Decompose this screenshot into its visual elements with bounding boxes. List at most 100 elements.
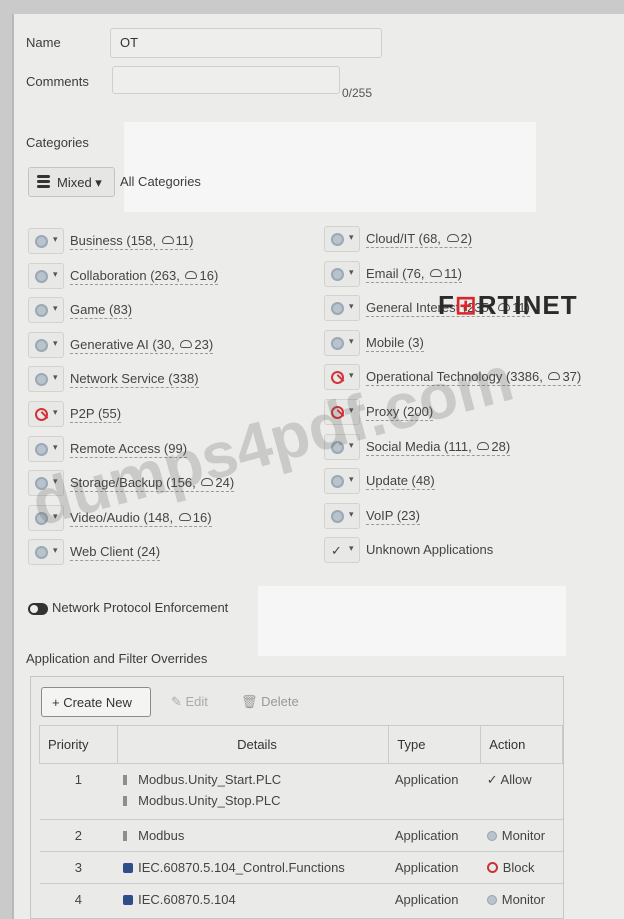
category-label[interactable]: Web Client (24) <box>70 544 161 562</box>
monitor-icon <box>486 895 497 905</box>
cloud-icon <box>178 512 191 521</box>
category-label[interactable]: Remote Access (99) <box>70 441 188 458</box>
table-row[interactable]: 3 IEC.60870.5.104_Control.Functions Applic… <box>39 851 563 884</box>
category-action-dropdown[interactable]: ▾ <box>28 262 64 289</box>
category-label[interactable]: Collaboration (263, 16) <box>70 268 219 285</box>
category-action-dropdown[interactable]: ▾ <box>28 331 64 358</box>
delete-button[interactable]: 🗑 Delete <box>231 687 311 717</box>
block-icon <box>331 406 344 419</box>
category-row: ▾ Mobile (3) <box>324 329 614 356</box>
category-label[interactable]: Social Media (111, 28) <box>366 439 511 456</box>
comments-counter: 0/255 <box>342 86 373 100</box>
monitor-icon <box>331 440 344 454</box>
category-row: ▾ Cloud/IT (68, 2) <box>324 226 614 252</box>
category-action-dropdown[interactable]: ▾ <box>28 297 64 324</box>
mixed-dropdown[interactable]: Mixed ▾ <box>28 167 115 197</box>
category-action-dropdown[interactable]: ▾ <box>28 401 64 427</box>
category-row: ▾ Social Media (111, 28) <box>324 433 614 460</box>
category-label[interactable]: Video/Audio (148, 16) <box>70 510 212 527</box>
column-header-action[interactable]: Action <box>480 725 563 764</box>
category-action-dropdown[interactable]: ▾ <box>324 502 360 529</box>
chevron-down-icon: ▾ <box>349 508 354 519</box>
signature-icon <box>123 863 134 873</box>
cloud-icon <box>477 441 490 450</box>
category-label[interactable]: Update (48) <box>366 473 435 491</box>
category-label[interactable]: Unknown Applications <box>366 542 493 558</box>
column-header-priority[interactable]: Priority <box>39 725 118 764</box>
category-action-dropdown[interactable]: ▾ <box>324 468 360 495</box>
fortinet-logo: F⊞RTINET <box>438 290 578 320</box>
category-action-dropdown[interactable]: ▾ <box>324 295 360 322</box>
category-label[interactable]: Mobile (3) <box>366 335 424 352</box>
comments-label: Comments <box>26 74 89 89</box>
category-action-dropdown[interactable]: ▾ <box>324 399 360 425</box>
category-action-dropdown[interactable]: ▾ <box>324 226 360 252</box>
category-action-dropdown[interactable]: ▾ <box>28 228 64 254</box>
table-row[interactable]: 4 IEC.60870.5.104 Application Monitor <box>39 883 563 915</box>
chevron-down-icon: ▾ <box>349 405 354 415</box>
monitor-icon <box>35 511 48 525</box>
chevron-down-icon: ▾ <box>349 335 354 346</box>
application-icon <box>123 796 134 806</box>
category-action-dropdown[interactable]: ▾ <box>28 539 64 566</box>
chevron-down-icon: ▾ <box>53 337 58 348</box>
category-label[interactable]: VoIP (23) <box>366 508 420 525</box>
chevron-down-icon: ▾ <box>349 474 354 485</box>
category-label[interactable]: Operational Technology (3386, 37) <box>366 369 582 387</box>
action-cell: Monitor <box>480 883 563 915</box>
chevron-down-icon: ▾ <box>349 266 354 277</box>
category-label[interactable]: Network Service (338) <box>70 371 199 389</box>
category-action-dropdown[interactable]: ▾ <box>324 260 360 287</box>
monitor-icon <box>331 475 344 489</box>
table-row[interactable]: 1 Modbus.Unity_Start.PLC Modbus.Unity_Stop… <box>39 763 563 820</box>
category-action-dropdown[interactable]: ▾ <box>28 504 64 531</box>
category-row: ▾ Video/Audio (148, 16) <box>28 504 318 531</box>
name-value: OT <box>120 35 139 50</box>
type-cell: Application <box>388 883 481 915</box>
category-row: ✓ ▾ Unknown Applications <box>324 537 614 564</box>
category-action-dropdown[interactable]: ▾ <box>324 329 360 356</box>
chevron-down-icon: ▾ <box>53 407 58 417</box>
monitor-icon <box>35 546 48 560</box>
category-label[interactable]: Cloud/IT (68, 2) <box>366 231 473 248</box>
category-label[interactable]: P2P (55) <box>70 406 122 423</box>
category-row: ▾ Network Service (338) <box>28 366 318 393</box>
details-cell: IEC.60870.5.104 <box>117 883 389 915</box>
priority-cell: 3 <box>39 851 118 884</box>
overrides-table-panel: + Create New ✎ Edit 🗑 Delete Priority De… <box>30 676 564 919</box>
cloud-icon <box>430 268 443 277</box>
category-label[interactable]: Email (76, 11) <box>366 266 462 283</box>
category-label[interactable]: Business (158, 11) <box>70 233 194 250</box>
category-action-dropdown[interactable]: ▾ <box>324 433 360 460</box>
category-label[interactable]: Generative AI (30, 23) <box>70 337 214 354</box>
column-header-details[interactable]: Details <box>116 725 390 764</box>
edit-button[interactable]: ✎ Edit <box>161 687 223 717</box>
category-action-dropdown[interactable]: ▾ <box>28 366 64 393</box>
category-label[interactable]: Storage/Backup (156, 24) <box>70 475 235 493</box>
comments-field[interactable] <box>112 66 340 94</box>
table-row[interactable]: 2 Modbus Application Monitor <box>39 819 563 852</box>
category-action-dropdown[interactable]: ▾ <box>28 435 64 462</box>
column-header-type[interactable]: Type <box>388 725 482 764</box>
category-action-dropdown[interactable]: ✓ ▾ <box>324 537 360 564</box>
category-row: ▾ Operational Technology (3386, 37) <box>324 364 614 391</box>
database-icon <box>37 175 50 189</box>
category-row: ▾ Collaboration (263, 16) <box>28 262 318 289</box>
chevron-down-icon: ▾ <box>349 543 354 554</box>
category-row: ▾ Web Client (24) <box>28 539 318 566</box>
category-label[interactable]: Game (83) <box>70 302 133 320</box>
category-action-dropdown[interactable]: ▾ <box>28 470 64 497</box>
create-new-button[interactable]: + Create New <box>41 687 151 717</box>
type-cell: Application <box>388 763 481 820</box>
category-row: ▾ Proxy (200) <box>324 399 614 425</box>
chevron-down-icon: ▾ <box>349 370 354 381</box>
name-field[interactable]: OT <box>110 28 382 58</box>
categories-heading: Categories <box>26 135 89 150</box>
chevron-down-icon: ▾ <box>349 439 354 450</box>
monitor-icon <box>35 235 48 248</box>
category-label[interactable]: Proxy (200) <box>366 404 434 421</box>
category-action-dropdown[interactable]: ▾ <box>324 364 360 391</box>
chevron-down-icon: ▾ <box>349 301 354 312</box>
action-cell: ✓ Allow <box>480 763 563 820</box>
protocol-enforcement-toggle[interactable] <box>28 603 48 615</box>
